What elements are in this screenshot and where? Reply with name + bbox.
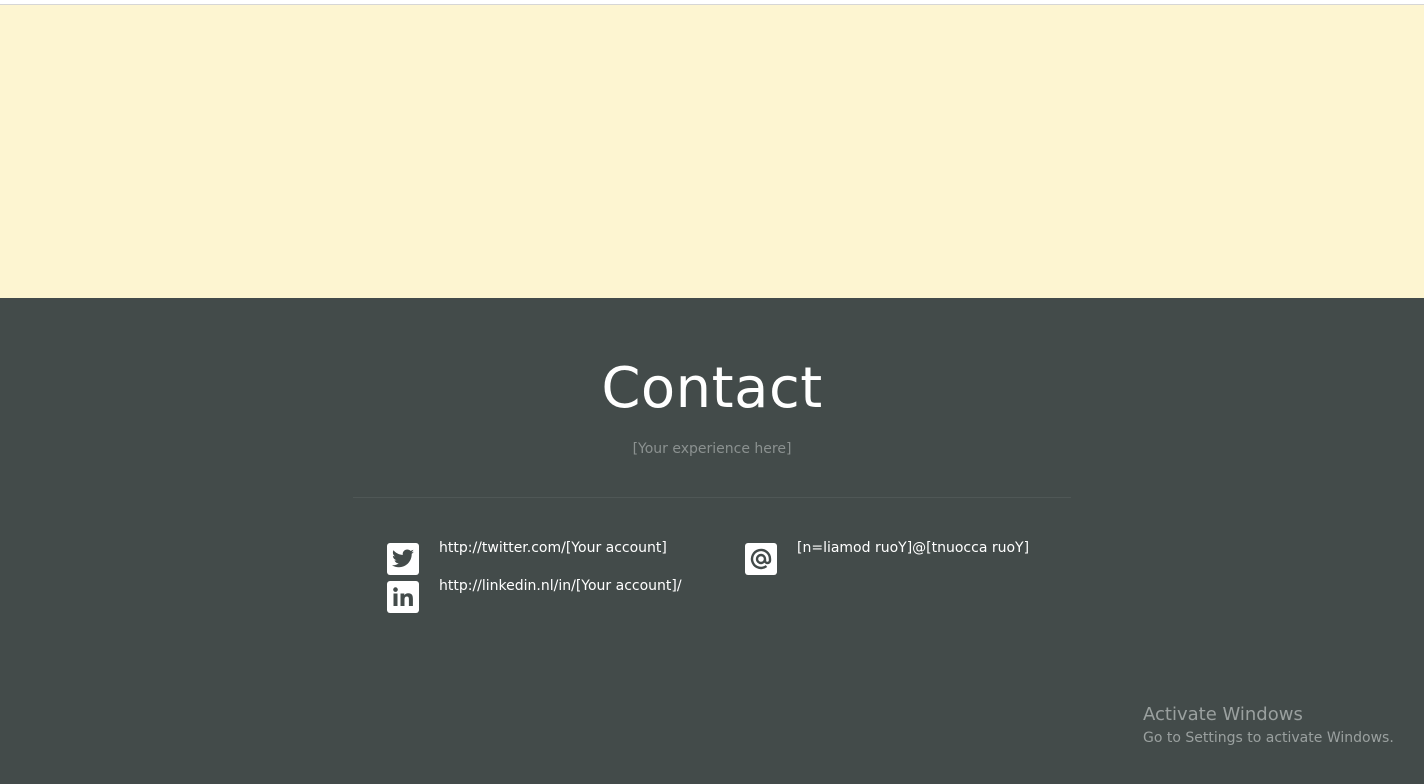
contact-title: Contact [601,356,823,421]
linkedin-link-text[interactable]: http://linkedin.nl/in/[Your account]/ [439,576,682,596]
email-link-text[interactable]: [n=liamod ruoY]@[tnuocca ruoY] [797,538,1029,558]
hero-section [0,5,1424,298]
twitter-icon[interactable] [387,543,419,575]
activate-windows-watermark: Activate Windows Go to Settings to activ… [1143,704,1394,748]
activate-windows-subtitle: Go to Settings to activate Windows. [1143,730,1394,746]
linkedin-icon[interactable] [387,581,419,613]
twitter-link-text[interactable]: http://twitter.com/[Your account] [439,538,667,558]
contact-subtitle: [Your experience here] [632,441,792,457]
activate-windows-title: Activate Windows [1143,704,1303,725]
at-sign-icon[interactable] [745,543,777,575]
section-divider [353,497,1071,498]
